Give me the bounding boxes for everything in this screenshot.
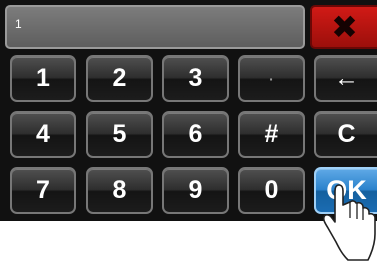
- key-8[interactable]: 8: [86, 167, 153, 214]
- key-6[interactable]: 6: [162, 111, 229, 158]
- close-button[interactable]: ✖: [310, 5, 377, 49]
- key-5[interactable]: 5: [86, 111, 153, 158]
- number-input[interactable]: 1: [5, 5, 305, 49]
- key-7[interactable]: 7: [10, 167, 76, 214]
- key-dot[interactable]: ·: [238, 55, 305, 102]
- close-icon: ✖: [331, 9, 358, 45]
- key-hash[interactable]: #: [238, 111, 305, 158]
- key-backspace[interactable]: ←: [314, 55, 377, 102]
- key-clear[interactable]: C: [314, 111, 377, 158]
- pointing-hand-icon: [322, 184, 376, 261]
- key-3[interactable]: 3: [162, 55, 229, 102]
- key-4[interactable]: 4: [10, 111, 76, 158]
- keypad-panel: 1 ✖ 1 2 3 · ← 4 5 6 # C 7 8 9 0 OK: [0, 0, 377, 221]
- key-9[interactable]: 9: [162, 167, 229, 214]
- key-0[interactable]: 0: [238, 167, 305, 214]
- key-1[interactable]: 1: [10, 55, 76, 102]
- key-2[interactable]: 2: [86, 55, 153, 102]
